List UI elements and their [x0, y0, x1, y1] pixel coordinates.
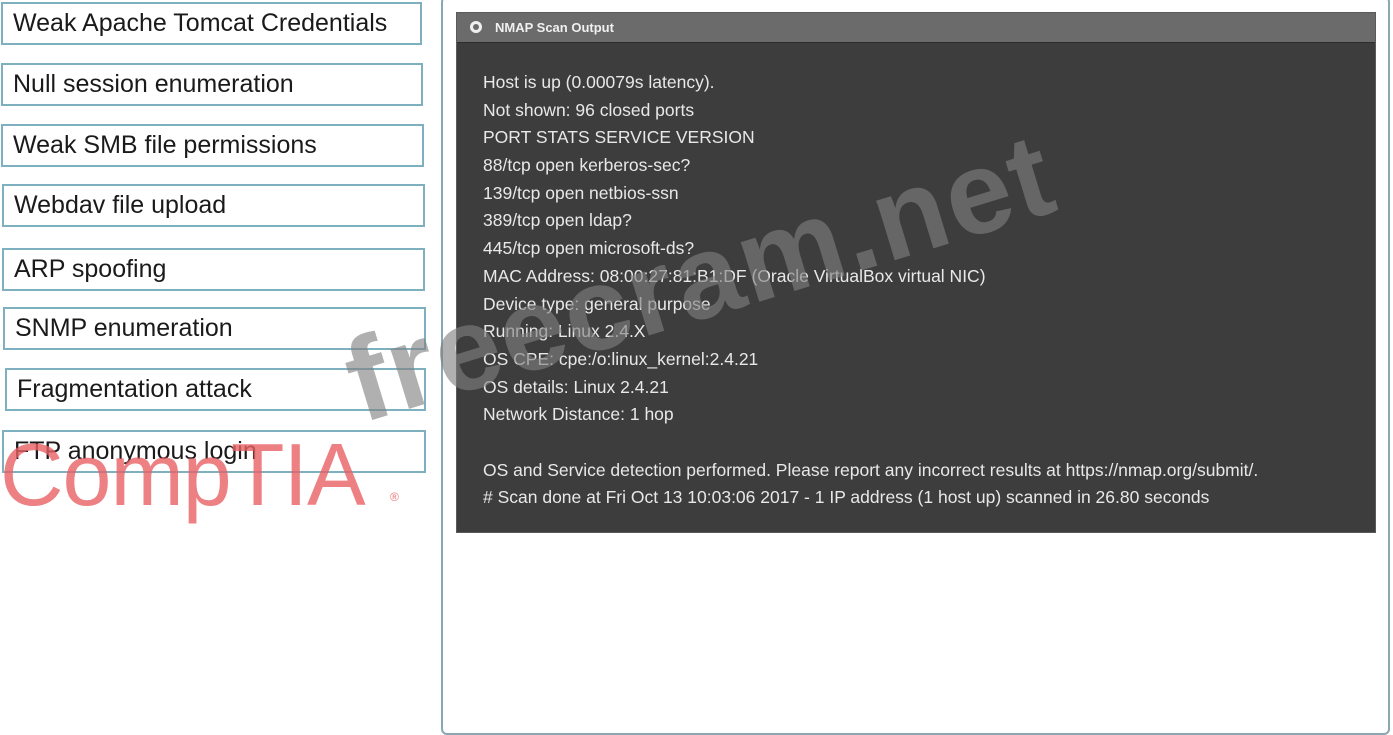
output-line: # Scan done at Fri Oct 13 10:03:06 2017 … [483, 487, 1210, 508]
scan-output-text: Host is up (0.00079s latency). Not shown… [483, 69, 1355, 512]
answer-weak-apache-tomcat-credentials[interactable]: Weak Apache Tomcat Credentials [1, 2, 422, 45]
output-line: OS details: Linux 2.4.21 [483, 376, 669, 397]
output-line: Host is up (0.00079s latency). [483, 72, 715, 92]
answer-webdav-file-upload[interactable]: Webdav file upload [2, 184, 425, 227]
output-line: 389/tcp open ldap? [483, 210, 632, 231]
output-line: 139/tcp open netbios-ssn [483, 182, 679, 203]
answer-list: Weak Apache Tomcat Credentials Null sess… [0, 0, 430, 480]
answer-arp-spoofing[interactable]: ARP spoofing [2, 248, 425, 291]
output-line: Device type: general purpose [483, 293, 711, 314]
answer-null-session-enumeration[interactable]: Null session enumeration [1, 63, 423, 106]
registered-mark: ® [390, 490, 399, 504]
nmap-output-window: NMAP Scan Output Host is up (0.00079s la… [456, 12, 1376, 533]
answer-snmp-enumeration[interactable]: SNMP enumeration [3, 307, 426, 350]
window-titlebar: NMAP Scan Output [457, 13, 1375, 43]
output-line-blank [483, 429, 1355, 457]
output-line: 88/tcp open kerberos-sec? [483, 155, 691, 176]
output-line: OS and Service detection performed. Plea… [483, 459, 1259, 480]
output-line: Network Distance: 1 hop [483, 404, 674, 425]
output-line: Running: Linux 2.4.X [483, 321, 646, 342]
answer-fragmentation-attack[interactable]: Fragmentation attack [5, 368, 426, 411]
answer-weak-smb-file-permissions[interactable]: Weak SMB file permissions [1, 124, 424, 167]
window-title: NMAP Scan Output [495, 20, 614, 35]
answer-ftp-anonymous-login[interactable]: FTP anonymous login [2, 430, 426, 473]
output-line: PORT STATS SERVICE VERSION [483, 127, 755, 148]
output-line: 445/tcp open microsoft-ds? [483, 238, 695, 259]
output-line: OS CPE: cpe:/o:linux_kernel:2.4.21 [483, 348, 759, 369]
output-line: Not shown: 96 closed ports [483, 99, 695, 120]
output-line: MAC Address: 08:00:27:81:B1:DF (Oracle V… [483, 265, 986, 286]
window-app-icon [470, 21, 482, 33]
